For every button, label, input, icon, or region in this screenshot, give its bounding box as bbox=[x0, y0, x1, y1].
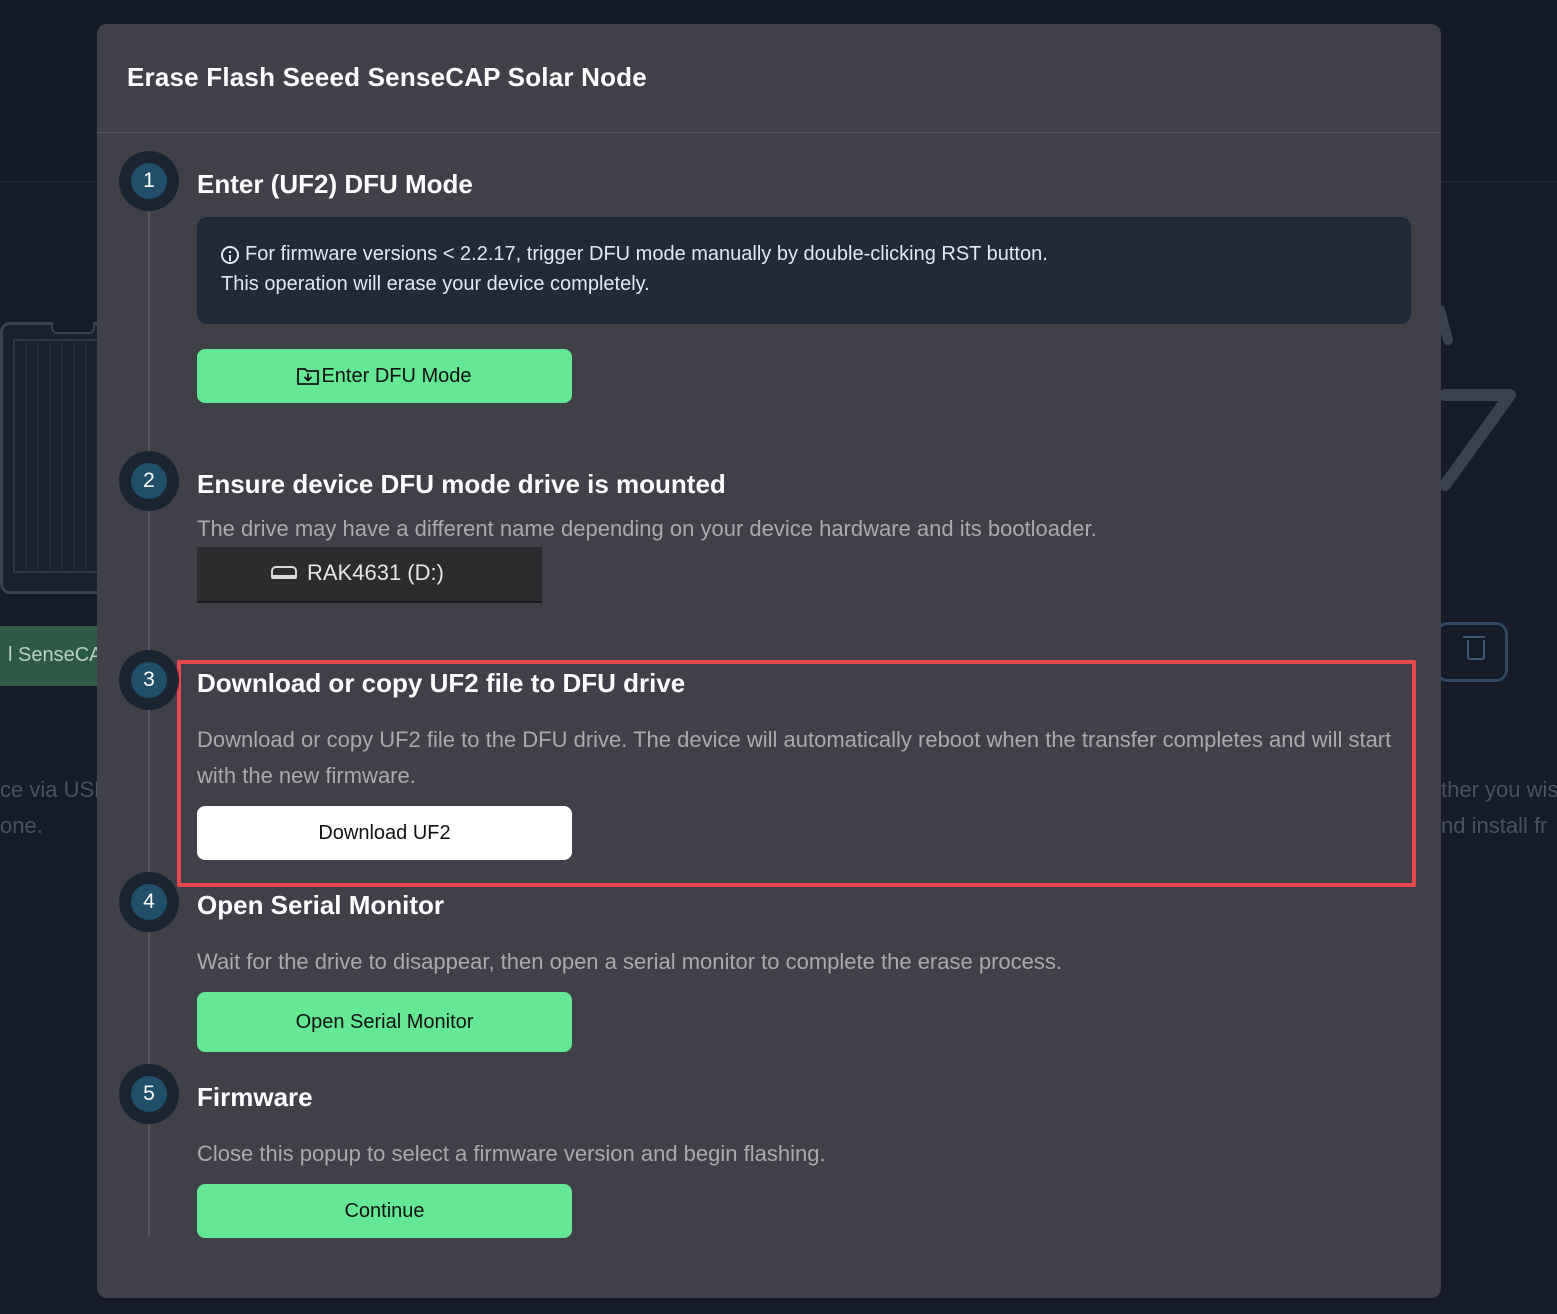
step-2-description: The drive may have a different name depe… bbox=[197, 516, 1097, 541]
step-3-description: Download or copy UF2 file to the DFU dri… bbox=[197, 727, 1392, 788]
step-5-badge: 5 bbox=[119, 1064, 179, 1124]
background-device-chip[interactable]: l SenseCAP bbox=[0, 626, 116, 686]
step-3-title: Download or copy UF2 file to DFU drive bbox=[197, 668, 686, 698]
step-5-title: Firmware bbox=[197, 1082, 313, 1112]
continue-button[interactable]: Continue bbox=[197, 1184, 572, 1238]
info-line-1: For firmware versions < 2.2.17, trigger … bbox=[221, 243, 1048, 266]
background-text-right: ther you wis nd install fr bbox=[1441, 777, 1557, 838]
trash-icon bbox=[1467, 640, 1485, 660]
step-1-title: Enter (UF2) DFU Mode bbox=[197, 169, 473, 199]
info-icon bbox=[221, 246, 239, 264]
step-2-title: Ensure device DFU mode drive is mounted bbox=[197, 469, 726, 499]
step-4-title: Open Serial Monitor bbox=[197, 890, 445, 920]
step-5-description: Close this popup to select a firmware ve… bbox=[197, 1141, 826, 1166]
modal-header: Erase Flash Seeed SenseCAP Solar Node bbox=[97, 24, 1441, 133]
open-serial-monitor-button[interactable]: Open Serial Monitor bbox=[197, 992, 572, 1052]
step-2-badge: 2 bbox=[119, 451, 179, 511]
device-notch bbox=[51, 322, 95, 334]
folder-download-icon bbox=[297, 368, 320, 385]
erase-flash-modal: Erase Flash Seeed SenseCAP Solar Node 1 … bbox=[97, 24, 1441, 1298]
trash-lid bbox=[1463, 636, 1485, 638]
solar-panel bbox=[13, 339, 107, 573]
modal-title: Erase Flash Seeed SenseCAP Solar Node bbox=[127, 62, 647, 92]
dfu-drive-tile: RAK4631 (D:) bbox=[197, 547, 542, 603]
step-4-description: Wait for the drive to disappear, then op… bbox=[197, 949, 1062, 974]
drive-label: RAK4631 (D:) bbox=[307, 560, 444, 585]
download-uf2-button[interactable]: Download UF2 bbox=[197, 806, 572, 860]
step-3-badge: 3 bbox=[119, 650, 179, 710]
info-line-2: This operation will erase your device co… bbox=[221, 273, 650, 295]
info-callout: For firmware versions < 2.2.17, trigger … bbox=[197, 217, 1411, 324]
enter-dfu-mode-button[interactable]: Enter DFU Mode bbox=[197, 349, 572, 403]
background-trash-button[interactable] bbox=[1436, 622, 1508, 682]
step-1-badge: 1 bbox=[119, 151, 179, 211]
step-4-badge: 4 bbox=[119, 872, 179, 932]
drive-icon bbox=[271, 566, 297, 579]
background-text-left: ce via USB one. bbox=[0, 777, 109, 838]
